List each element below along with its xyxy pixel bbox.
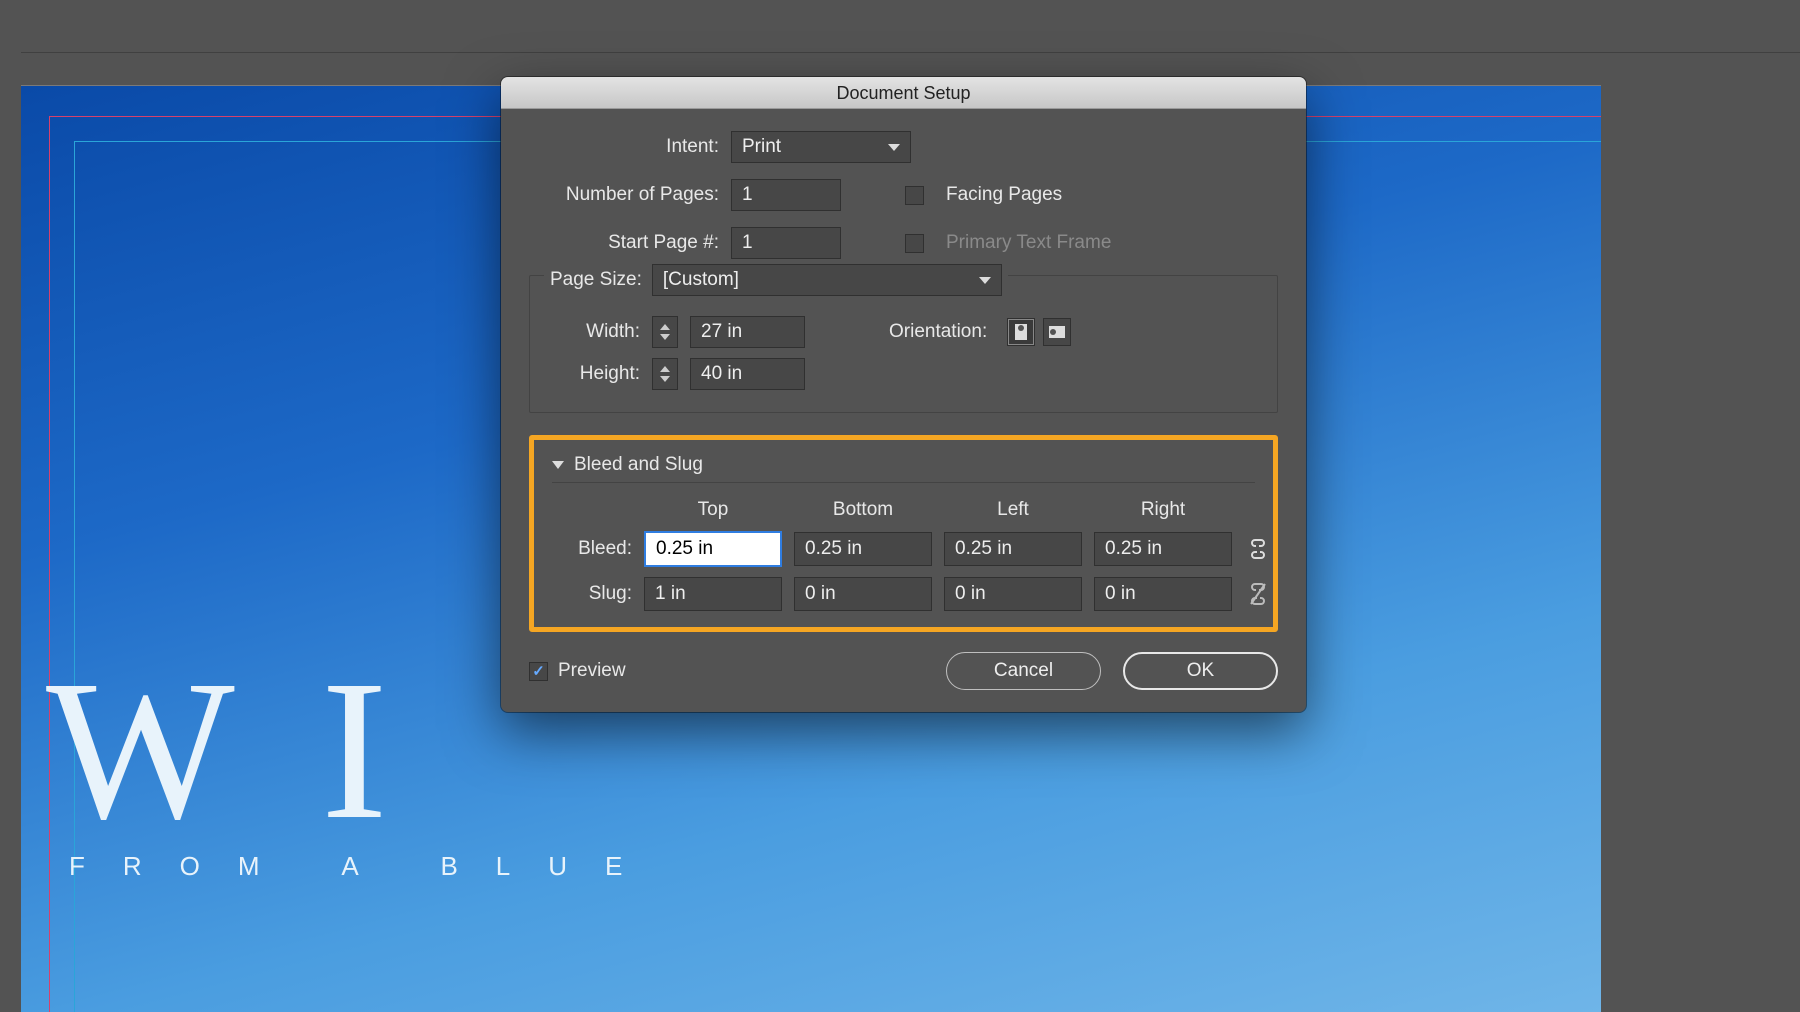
height-stepper[interactable] xyxy=(652,358,678,390)
chevron-down-icon xyxy=(979,277,991,284)
num-pages-label: Number of Pages: xyxy=(529,184,719,206)
slug-left-input[interactable]: 0 in xyxy=(944,577,1082,611)
bleed-left-input[interactable]: 0.25 in xyxy=(944,532,1082,566)
facing-pages-checkbox[interactable] xyxy=(905,186,924,205)
bleed-slug-toggle[interactable]: Bleed and Slug xyxy=(552,454,1255,483)
height-label: Height: xyxy=(550,363,640,385)
dialog-title: Document Setup xyxy=(501,77,1306,109)
orientation-portrait-button[interactable] xyxy=(1007,318,1035,346)
ok-button[interactable]: OK xyxy=(1123,652,1278,690)
primary-text-frame-label: Primary Text Frame xyxy=(946,232,1111,254)
width-stepper[interactable] xyxy=(652,316,678,348)
intent-label: Intent: xyxy=(529,136,719,158)
app-divider xyxy=(21,52,1800,53)
num-pages-input[interactable]: 1 xyxy=(731,179,841,211)
bleed-bottom-input[interactable]: 0.25 in xyxy=(794,532,932,566)
page-size-fieldset: Page Size: [Custom] Width: 27 in Orienta… xyxy=(529,275,1278,413)
bleed-slug-title: Bleed and Slug xyxy=(574,454,703,476)
bleed-row-label: Bleed: xyxy=(552,538,632,560)
portrait-icon xyxy=(1015,324,1027,340)
page-size-value: [Custom] xyxy=(663,269,739,291)
document-setup-dialog: Document Setup Intent: Print Number of P… xyxy=(501,77,1306,712)
poster-letter-i: I xyxy=(321,636,388,865)
width-label: Width: xyxy=(550,321,640,343)
bleed-top-input[interactable]: 0.25 in xyxy=(644,531,782,567)
col-bottom: Bottom xyxy=(794,499,932,521)
chevron-down-icon xyxy=(552,461,564,469)
cancel-button[interactable]: Cancel xyxy=(946,652,1101,690)
chevron-down-icon xyxy=(888,144,900,151)
height-input[interactable]: 40 in xyxy=(690,358,805,390)
width-input[interactable]: 27 in xyxy=(690,316,805,348)
bleed-link-icon[interactable] xyxy=(1244,534,1272,564)
slug-unlink-icon[interactable] xyxy=(1244,579,1272,609)
preview-label: Preview xyxy=(558,660,626,682)
intent-select[interactable]: Print xyxy=(731,131,911,163)
start-page-label: Start Page #: xyxy=(529,232,719,254)
poster-letter-w: W xyxy=(46,636,255,865)
col-top: Top xyxy=(644,499,782,521)
slug-bottom-input[interactable]: 0 in xyxy=(794,577,932,611)
bleed-right-input[interactable]: 0.25 in xyxy=(1094,532,1232,566)
preview-checkbox[interactable]: ✓ xyxy=(529,662,548,681)
primary-text-frame-checkbox xyxy=(905,234,924,253)
page-size-label: Page Size: xyxy=(550,269,642,291)
facing-pages-label: Facing Pages xyxy=(946,184,1062,206)
orientation-label: Orientation: xyxy=(889,321,987,343)
landscape-icon xyxy=(1049,326,1065,338)
poster-tagline: FROM A BLUE xyxy=(69,851,660,882)
page-size-select[interactable]: [Custom] xyxy=(652,264,1002,296)
orientation-landscape-button[interactable] xyxy=(1043,318,1071,346)
col-right: Right xyxy=(1094,499,1232,521)
slug-right-input[interactable]: 0 in xyxy=(1094,577,1232,611)
slug-row-label: Slug: xyxy=(552,583,632,605)
bleed-slug-section-highlight: Bleed and Slug Top Bottom Left Right Ble… xyxy=(529,435,1278,632)
slug-top-input[interactable]: 1 in xyxy=(644,577,782,611)
intent-value: Print xyxy=(742,136,781,158)
start-page-input[interactable]: 1 xyxy=(731,227,841,259)
col-left: Left xyxy=(944,499,1082,521)
